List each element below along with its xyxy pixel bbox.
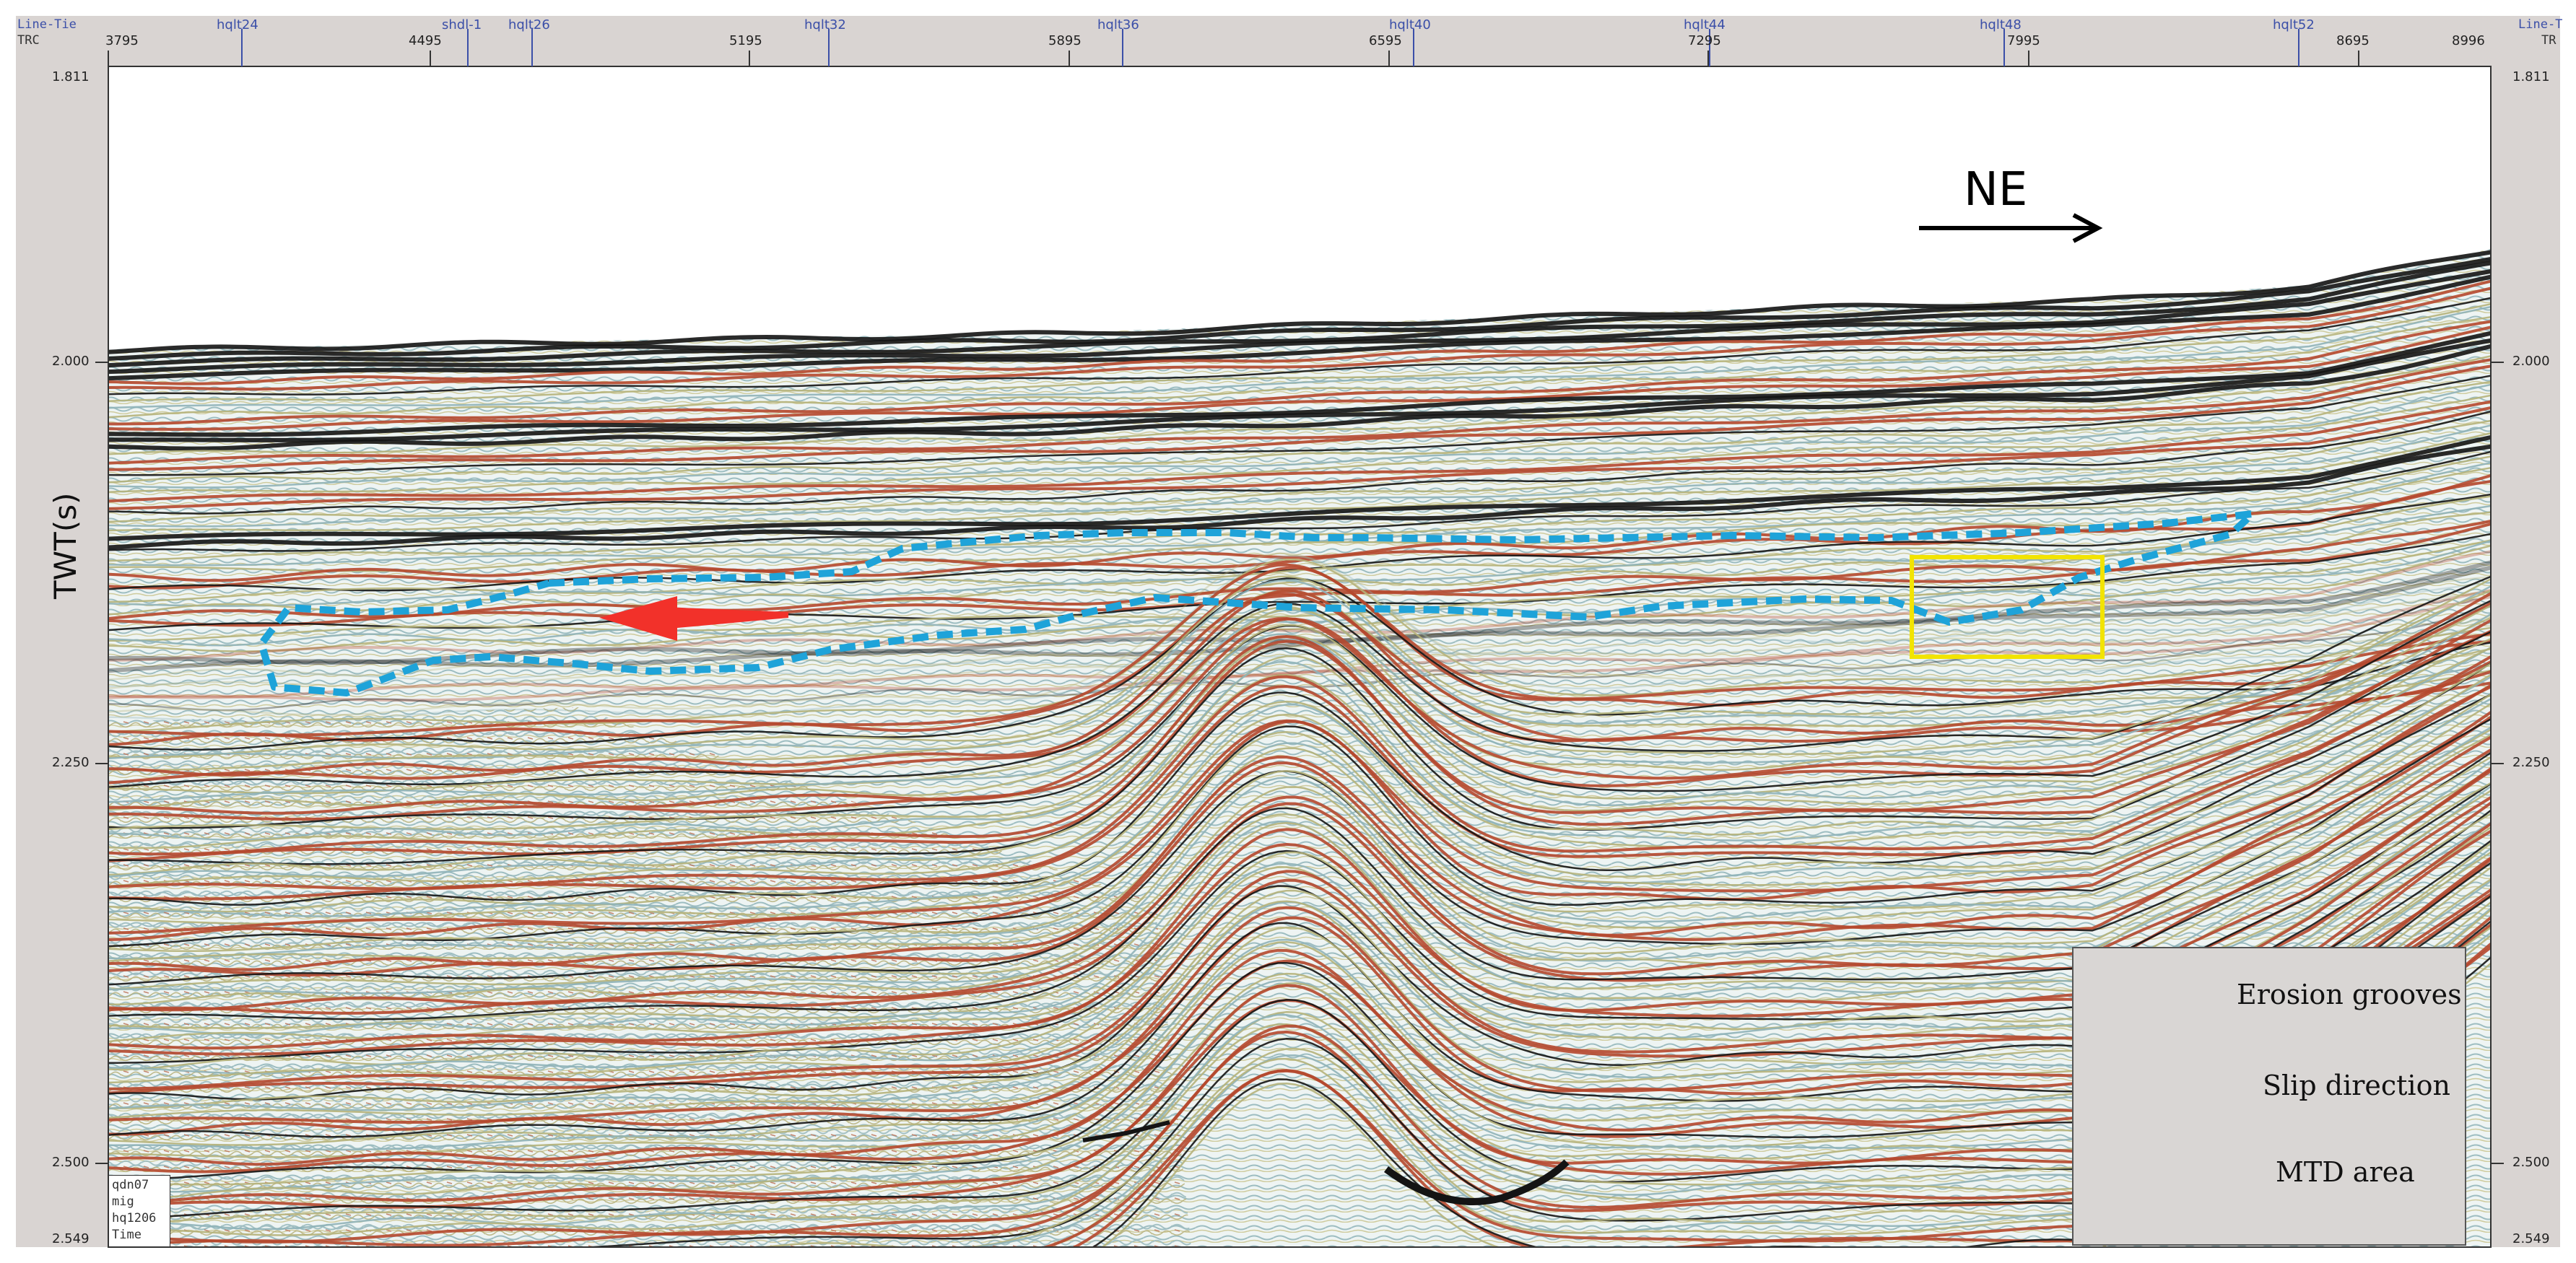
line-tie-right-label: Line-T [2518, 17, 2563, 32]
well-label: hqlt52 [2273, 17, 2315, 32]
trace-number-label: 4495 [409, 33, 442, 48]
well-label: hqlt36 [1097, 17, 1139, 32]
time-tick-label: 2.500 [2512, 1155, 2550, 1170]
trace-number-label: 5195 [729, 33, 762, 48]
line-tie-left-label: Line-Tie [17, 17, 77, 32]
well-label: shdl-1 [442, 17, 482, 32]
tr-right-label: TR [2541, 33, 2557, 48]
direction-label: NE [1964, 163, 2028, 217]
well-label: hqlt32 [804, 17, 846, 32]
info-line: mig [112, 1194, 134, 1209]
time-tick-label: 2.250 [2512, 755, 2550, 770]
time-tick-label: 1.811 [2512, 69, 2550, 84]
well-label: hqlt48 [1980, 17, 2022, 32]
trace-number-label: 8996 [2452, 33, 2485, 48]
trace-number-label: 6595 [1369, 33, 1402, 48]
info-box: qdn07 mig hq1206 Time [108, 1175, 170, 1247]
time-tick-label: 2.549 [2512, 1231, 2550, 1246]
time-tick-label: 2.500 [52, 1155, 90, 1170]
info-line: qdn07 [112, 1178, 149, 1192]
well-label: hqlt24 [217, 17, 258, 32]
well-label: hqlt40 [1389, 17, 1431, 32]
trace-number-label: 8695 [2336, 33, 2370, 48]
trc-label: TRC [17, 33, 40, 48]
legend-label-mtd: MTD area [2276, 1156, 2415, 1188]
trace-number-label: 7295 [1688, 33, 1721, 48]
legend-label-slip: Slip direction [2263, 1070, 2450, 1101]
trace-number-label: 3795 [105, 33, 139, 48]
trace-number-label: 7995 [2007, 33, 2040, 48]
time-tick-label: 2.000 [52, 354, 90, 369]
info-line: hq1206 [112, 1211, 157, 1225]
time-tick-label: 1.811 [52, 69, 90, 84]
time-tick-label: 2.549 [52, 1231, 90, 1246]
time-axis-label: TWT(s) [48, 492, 83, 600]
info-line: Time [112, 1228, 142, 1242]
time-tick-label: 2.250 [52, 755, 90, 770]
header-ticks [241, 29, 2299, 66]
well-label: hqlt26 [508, 17, 550, 32]
time-tick-label: 2.000 [2512, 354, 2550, 369]
trace-ticks [108, 51, 2359, 66]
well-label: hqlt44 [1684, 17, 1726, 32]
legend-label-erosion: Erosion grooves [2237, 979, 2462, 1010]
trace-number-label: 5895 [1048, 33, 1082, 48]
